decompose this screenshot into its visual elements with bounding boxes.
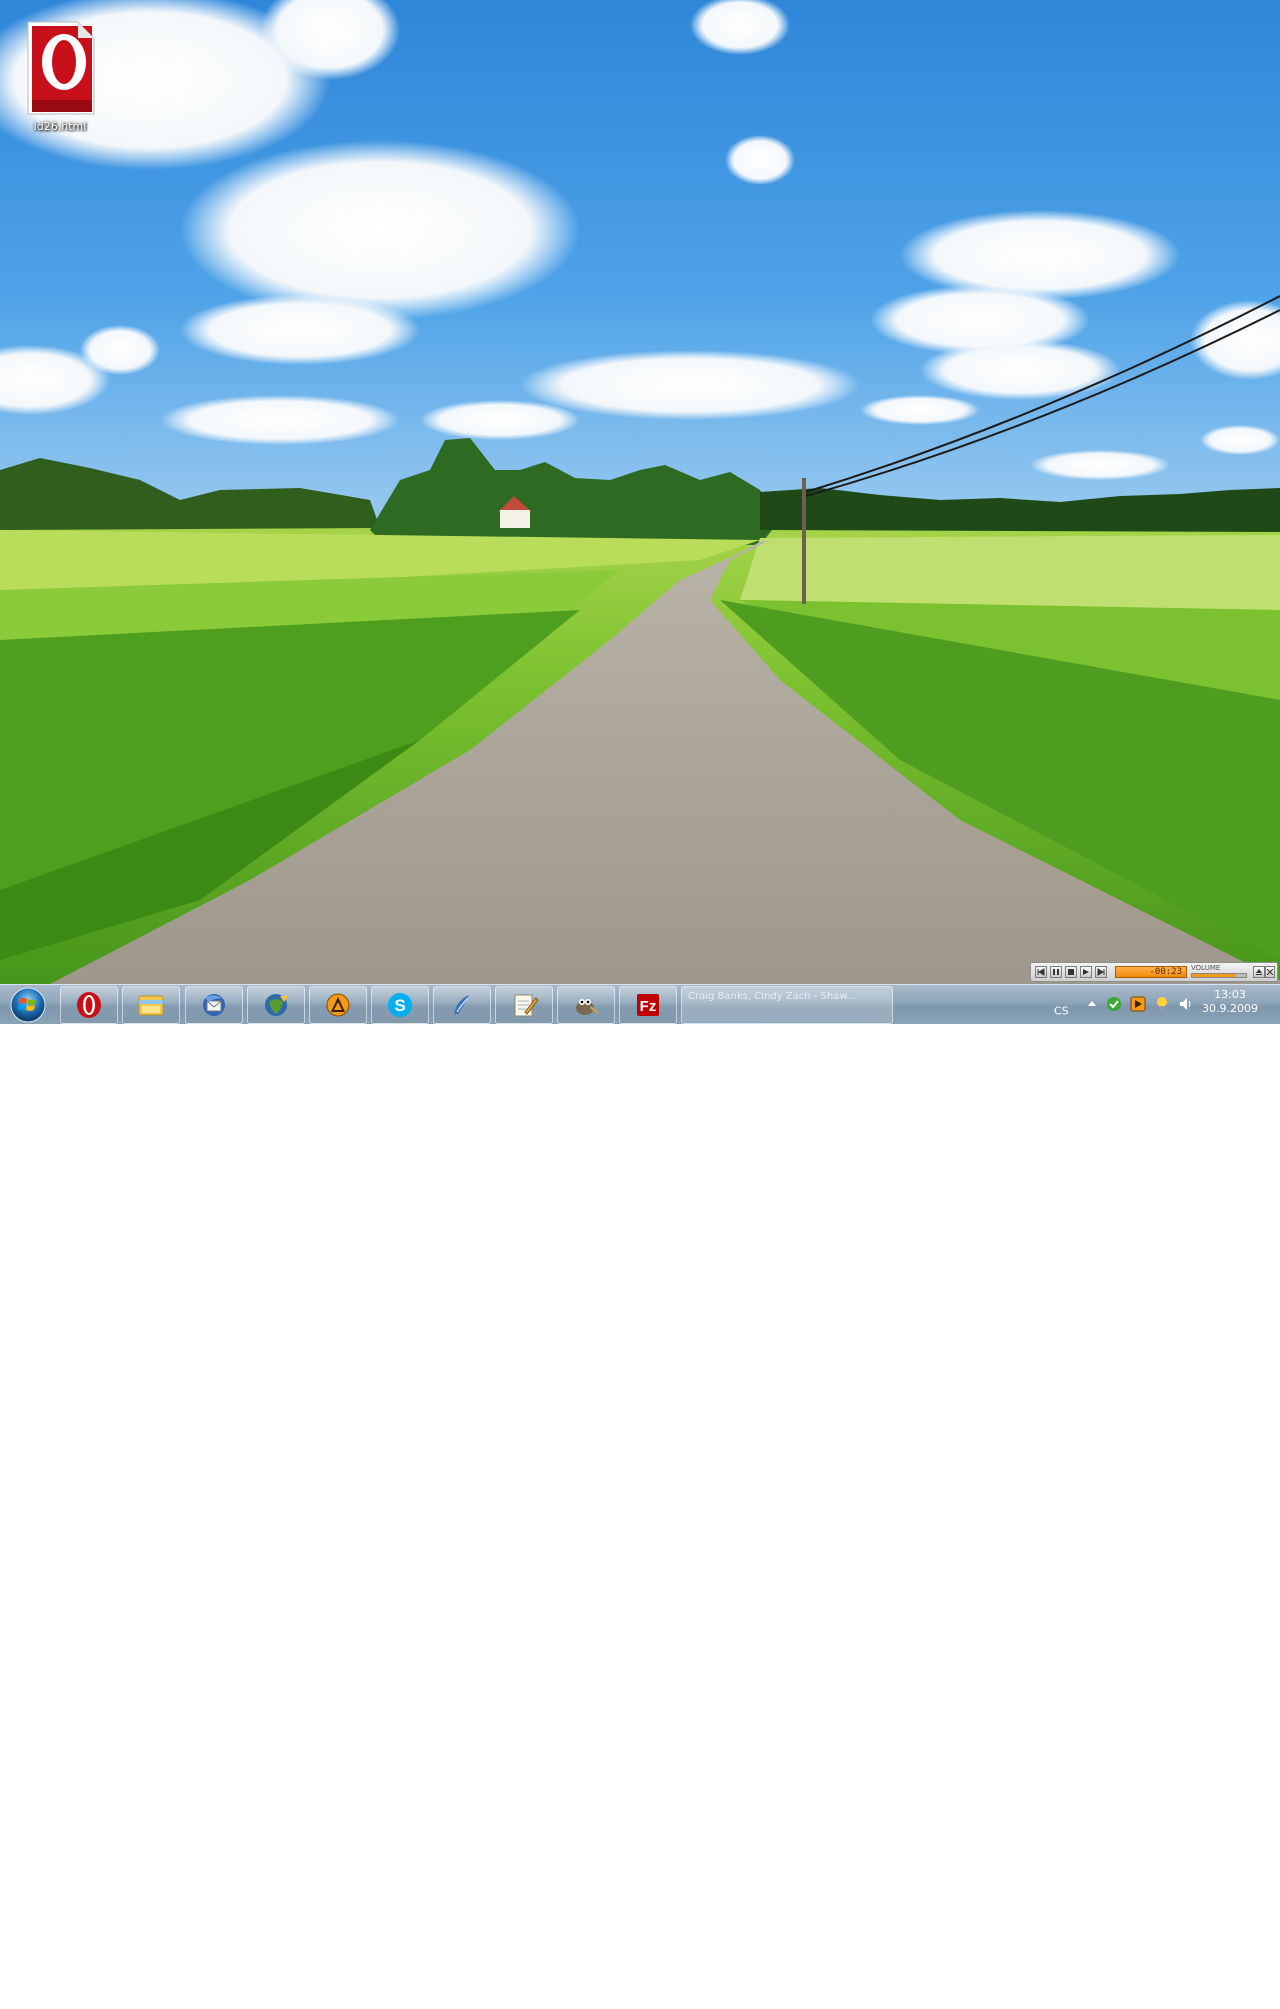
svg-text:Fz: Fz (640, 998, 657, 1015)
mini-media-player: -00:23 VOLUME (1030, 962, 1278, 982)
taskbar-pen-app-button[interactable] (433, 986, 491, 1024)
eject-icon (1256, 969, 1262, 975)
taskbar-active-window-button[interactable]: Craig Banks, Cindy Zach - Shaw... (681, 986, 893, 1024)
taskbar-jdownloader-button[interactable] (247, 986, 305, 1024)
pause-button[interactable] (1050, 966, 1062, 978)
lightbulb-icon[interactable] (1154, 996, 1170, 1012)
svg-text:S: S (394, 996, 405, 1015)
track-position-display[interactable]: -00:23 (1115, 966, 1187, 978)
taskbar-explorer-button[interactable] (122, 986, 180, 1024)
skype-icon: S (388, 993, 412, 1017)
stop-button[interactable] (1065, 966, 1077, 978)
volume-slider[interactable] (1191, 973, 1247, 978)
thunderbird-icon (203, 994, 225, 1016)
folder-icon (138, 995, 164, 1016)
track-time: -00:23 (1149, 967, 1182, 977)
aimp-tray-icon[interactable] (1130, 996, 1146, 1012)
stop-icon (1068, 969, 1074, 975)
volume-icon[interactable] (1178, 996, 1194, 1012)
show-hidden-icons-arrow[interactable] (1084, 996, 1100, 1012)
taskbar-gimp-button[interactable] (557, 986, 615, 1024)
taskbar-notepad-button[interactable] (495, 986, 553, 1024)
jdownloader-icon (265, 994, 288, 1016)
taskbar-aimp-button[interactable] (309, 986, 367, 1024)
close-icon (1267, 969, 1273, 975)
desktop-wallpaper (0, 0, 1280, 1024)
play-icon (1083, 969, 1089, 975)
opera-html-file-icon (27, 21, 95, 115)
previous-icon (1037, 968, 1045, 976)
windows-start-orb (10, 987, 46, 1023)
start-button[interactable] (3, 986, 53, 1024)
previous-button[interactable] (1035, 966, 1047, 978)
taskbar-filezilla-button[interactable]: Fz (619, 986, 677, 1024)
gimp-icon (576, 999, 599, 1015)
player-close-button[interactable] (1265, 966, 1275, 978)
desktop-icon-id26-html[interactable]: id26.html (14, 14, 106, 144)
opera-icon (77, 992, 101, 1018)
green-check-icon[interactable] (1106, 996, 1122, 1012)
window-title: Craig Banks, Cindy Zach - Shaw... (688, 991, 857, 1002)
filezilla-icon: Fz (637, 994, 659, 1016)
player-menu-button[interactable] (1253, 966, 1265, 978)
notepad-icon (514, 994, 539, 1017)
volume-label: VOLUME (1191, 964, 1221, 972)
clock[interactable]: 13:03 30.9.2009 (1200, 988, 1260, 1016)
next-icon (1097, 968, 1105, 976)
next-button[interactable] (1095, 966, 1107, 978)
volume-level (1192, 974, 1237, 977)
taskbar-opera-button[interactable] (60, 986, 118, 1024)
pause-icon (1053, 969, 1059, 975)
pen-tool-icon (454, 995, 469, 1014)
clock-date: 30.9.2009 (1202, 1002, 1258, 1015)
show-desktop-button[interactable] (1266, 1969, 1280, 2009)
desktop-icon-label: id26.html (33, 120, 87, 133)
aimp-icon (326, 993, 350, 1017)
taskbar-skype-button[interactable]: S (371, 986, 429, 1024)
clock-time: 13:03 (1214, 988, 1246, 1001)
language-indicator[interactable]: CS (1054, 1005, 1069, 1018)
taskbar-thunderbird-button[interactable] (185, 986, 243, 1024)
play-button[interactable] (1080, 966, 1092, 978)
